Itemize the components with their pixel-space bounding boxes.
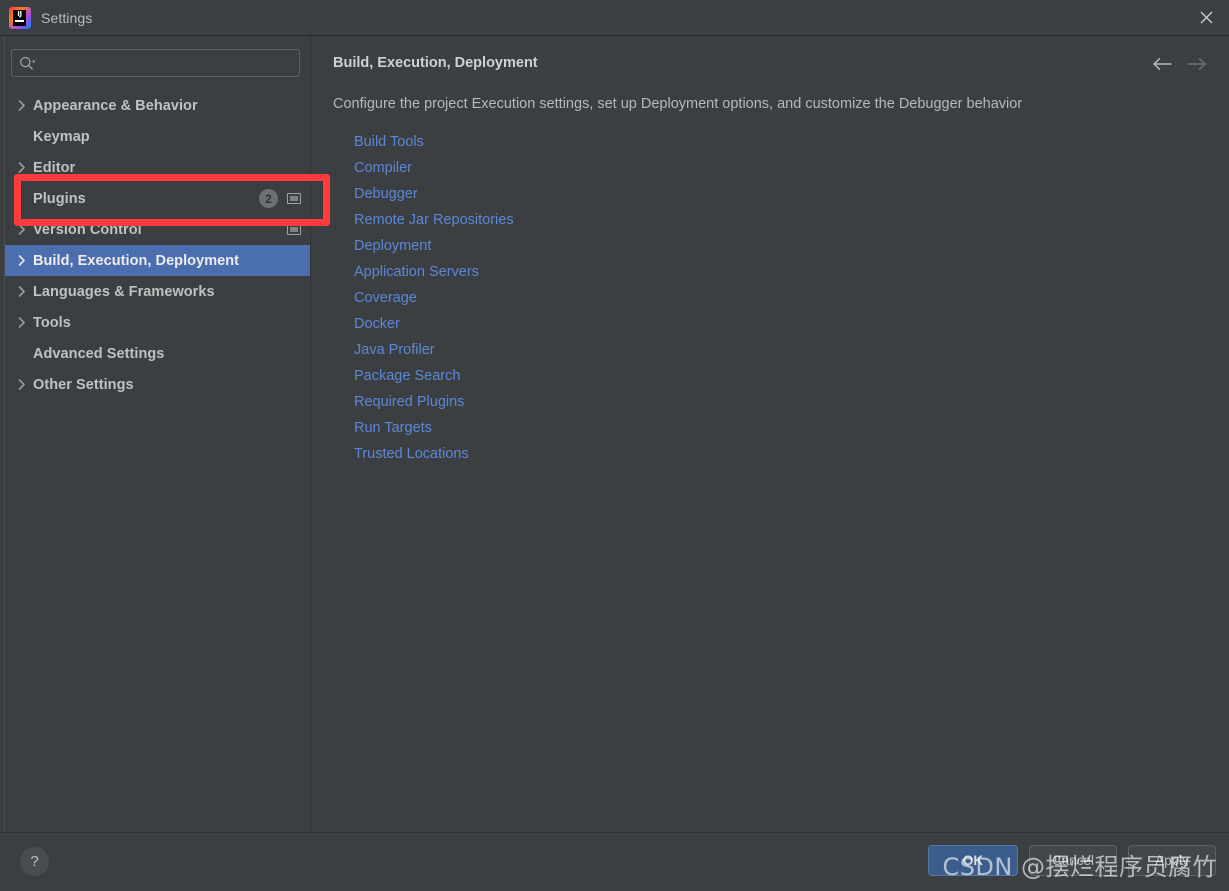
sidebar-item-trailing: 2 [259, 183, 301, 214]
search-input[interactable] [36, 51, 299, 75]
search-box[interactable] [11, 49, 300, 77]
sidebar-item-label: Keymap [33, 128, 90, 145]
link-deployment[interactable]: Deployment [354, 233, 431, 259]
dialog-footer: ? OK Cancel Apply [0, 832, 1229, 891]
link-coverage[interactable]: Coverage [354, 285, 417, 311]
link-required-plugins[interactable]: Required Plugins [354, 389, 464, 415]
sidebar-item-label: Build, Execution, Deployment [33, 252, 240, 269]
sidebar-item-version-control[interactable]: Version Control [5, 214, 310, 245]
chevron-right-icon [18, 224, 33, 235]
chevron-right-icon [18, 317, 33, 328]
apply-button[interactable]: Apply [1128, 845, 1216, 876]
arrow-right-icon[interactable] [1186, 53, 1208, 75]
monitor-icon [287, 193, 301, 204]
settings-tree: Appearance & Behavior Keymap Editor Plug… [5, 90, 310, 400]
search-icon [19, 56, 36, 71]
ok-button[interactable]: OK [928, 845, 1018, 876]
sidebar-item-build-execution-deployment[interactable]: Build, Execution, Deployment [5, 245, 310, 276]
chevron-right-icon [18, 379, 33, 390]
sidebar-item-tools[interactable]: Tools [5, 307, 310, 338]
settings-dialog: IJ Settings Appearance & Behavior Keymap… [0, 0, 1229, 891]
title-bar: IJ Settings [0, 0, 1229, 36]
link-compiler[interactable]: Compiler [354, 155, 412, 181]
link-java-profiler[interactable]: Java Profiler [354, 337, 435, 363]
sidebar-item-appearance-behavior[interactable]: Appearance & Behavior [5, 90, 310, 121]
sidebar-item-label: Tools [33, 314, 71, 331]
sidebar-item-label: Languages & Frameworks [33, 283, 215, 300]
intellij-idea-logo-icon: IJ [9, 6, 31, 29]
sidebar-left-rule [4, 36, 5, 832]
sidebar-item-label: Other Settings [33, 376, 134, 393]
sidebar-item-label: Appearance & Behavior [33, 97, 198, 114]
link-debugger[interactable]: Debugger [354, 181, 418, 207]
plugins-update-count-badge: 2 [259, 189, 278, 208]
page-title: Build, Execution, Deployment [333, 55, 538, 71]
chevron-right-icon [18, 255, 33, 266]
close-icon[interactable] [1183, 0, 1229, 35]
sidebar-item-label: Plugins [33, 190, 86, 207]
sidebar-item-label: Version Control [33, 221, 142, 238]
sidebar-item-advanced-settings[interactable]: Advanced Settings [5, 338, 310, 369]
settings-content-panel: Build, Execution, Deployment Configure t… [312, 36, 1229, 832]
navigation-arrows [1151, 53, 1208, 75]
link-remote-jar-repositories[interactable]: Remote Jar Repositories [354, 207, 514, 233]
sidebar-item-keymap[interactable]: Keymap [5, 121, 310, 152]
settings-sidebar: Appearance & Behavior Keymap Editor Plug… [0, 36, 311, 832]
arrow-left-icon[interactable] [1151, 53, 1173, 75]
chevron-right-icon [18, 286, 33, 297]
page-description: Configure the project Execution settings… [333, 96, 1023, 112]
sidebar-item-plugins[interactable]: Plugins 2 [5, 183, 310, 214]
sidebar-item-trailing [287, 214, 301, 245]
link-docker[interactable]: Docker [354, 311, 400, 337]
help-button[interactable]: ? [20, 847, 49, 876]
chevron-right-icon [18, 100, 33, 111]
link-package-search[interactable]: Package Search [354, 363, 460, 389]
link-run-targets[interactable]: Run Targets [354, 415, 432, 441]
footer-button-group: OK Cancel Apply [928, 845, 1216, 876]
sidebar-item-label: Advanced Settings [33, 345, 165, 362]
monitor-icon [287, 224, 301, 235]
link-trusted-locations[interactable]: Trusted Locations [354, 441, 469, 467]
sidebar-item-editor[interactable]: Editor [5, 152, 310, 183]
link-build-tools[interactable]: Build Tools [354, 129, 424, 155]
subsection-link-list: Build Tools Compiler Debugger Remote Jar… [354, 129, 514, 467]
link-application-servers[interactable]: Application Servers [354, 259, 479, 285]
chevron-right-icon [18, 162, 33, 173]
sidebar-item-languages-frameworks[interactable]: Languages & Frameworks [5, 276, 310, 307]
sidebar-item-other-settings[interactable]: Other Settings [5, 369, 310, 400]
search-field-wrapper [11, 49, 300, 77]
window-title: Settings [41, 9, 93, 26]
sidebar-item-label: Editor [33, 159, 76, 176]
cancel-button[interactable]: Cancel [1029, 845, 1117, 876]
